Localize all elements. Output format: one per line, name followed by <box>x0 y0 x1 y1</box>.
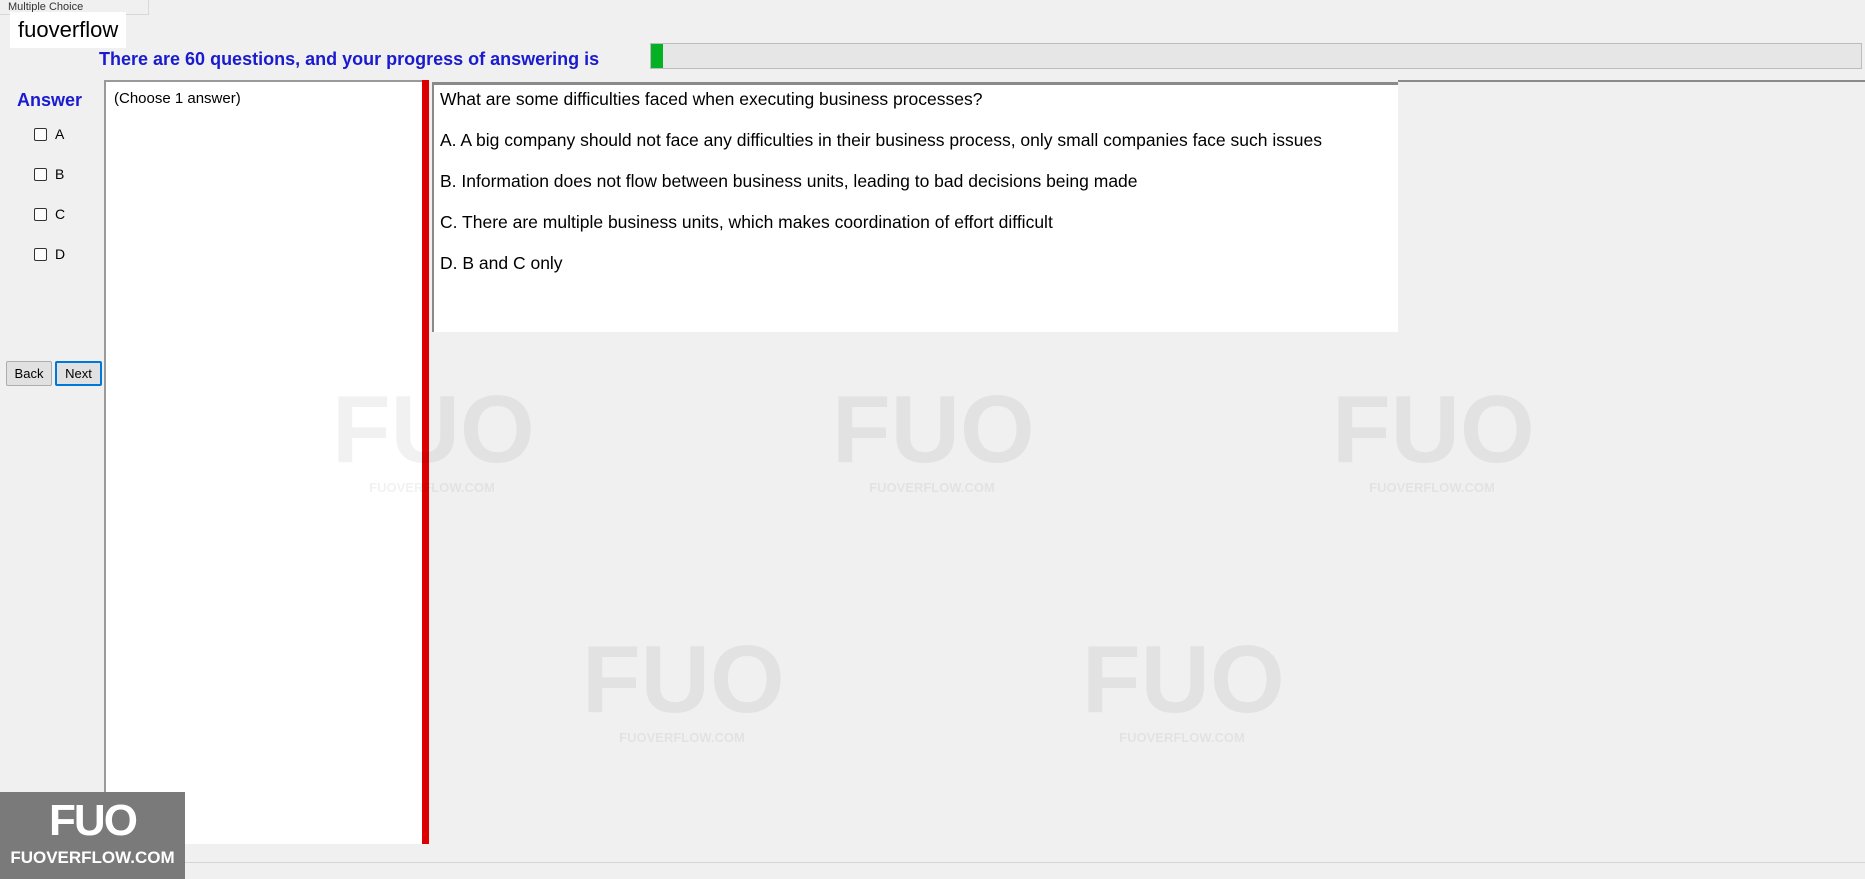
choice-c-text: C. There are multiple business units, wh… <box>440 212 1053 232</box>
question-panel: What are some difficulties faced when ex… <box>432 82 1398 332</box>
choice-b-text: B. Information does not flow between bus… <box>440 171 1138 191</box>
option-a-label: A <box>55 126 65 142</box>
option-c-label: C <box>55 206 66 222</box>
checkbox-a[interactable] <box>34 127 47 141</box>
checkbox-d[interactable] <box>34 247 47 261</box>
logo-caption: FUOVERFLOW.COM <box>10 848 175 867</box>
watermark: FUO FUOVERFLOW.COM <box>1082 626 1285 746</box>
choice-d-text: D. B and C only <box>440 253 563 273</box>
option-a[interactable]: A <box>34 125 64 143</box>
option-d-label: D <box>55 246 66 262</box>
logo-mark: FUO <box>49 796 138 845</box>
choose-instruction: (Choose 1 answer) <box>114 90 241 107</box>
question-text: What are some difficulties faced when ex… <box>440 89 983 109</box>
watermark: FUO FUOVERFLOW.COM <box>1332 376 1535 496</box>
progress-text: There are 60 questions, and your progres… <box>99 49 600 69</box>
option-b[interactable]: B <box>34 165 64 183</box>
checkbox-c[interactable] <box>34 207 47 221</box>
back-button[interactable]: Back <box>6 361 52 386</box>
checkbox-b[interactable] <box>34 167 47 181</box>
progress-bar <box>650 43 1862 69</box>
panel-top-border <box>1398 80 1865 82</box>
answer-heading: Answer <box>17 90 83 110</box>
status-divider <box>185 862 1865 863</box>
watermark: FUO FUOVERFLOW.COM <box>832 376 1035 496</box>
next-button[interactable]: Next <box>55 361 102 386</box>
panel-divider[interactable] <box>422 80 429 844</box>
option-c[interactable]: C <box>34 205 65 223</box>
watermark: FUO FUOVERFLOW.COM <box>582 626 785 746</box>
brand-label: fuoverflow <box>10 12 127 48</box>
option-b-label: B <box>55 166 65 182</box>
option-d[interactable]: D <box>34 245 65 263</box>
choice-a-text: A. A big company should not face any dif… <box>440 130 1322 150</box>
instruction-panel: (Choose 1 answer) <box>104 80 426 844</box>
fuoverflow-logo: FUO FUOVERFLOW.COM <box>0 792 185 879</box>
progress-bar-fill <box>651 44 664 68</box>
